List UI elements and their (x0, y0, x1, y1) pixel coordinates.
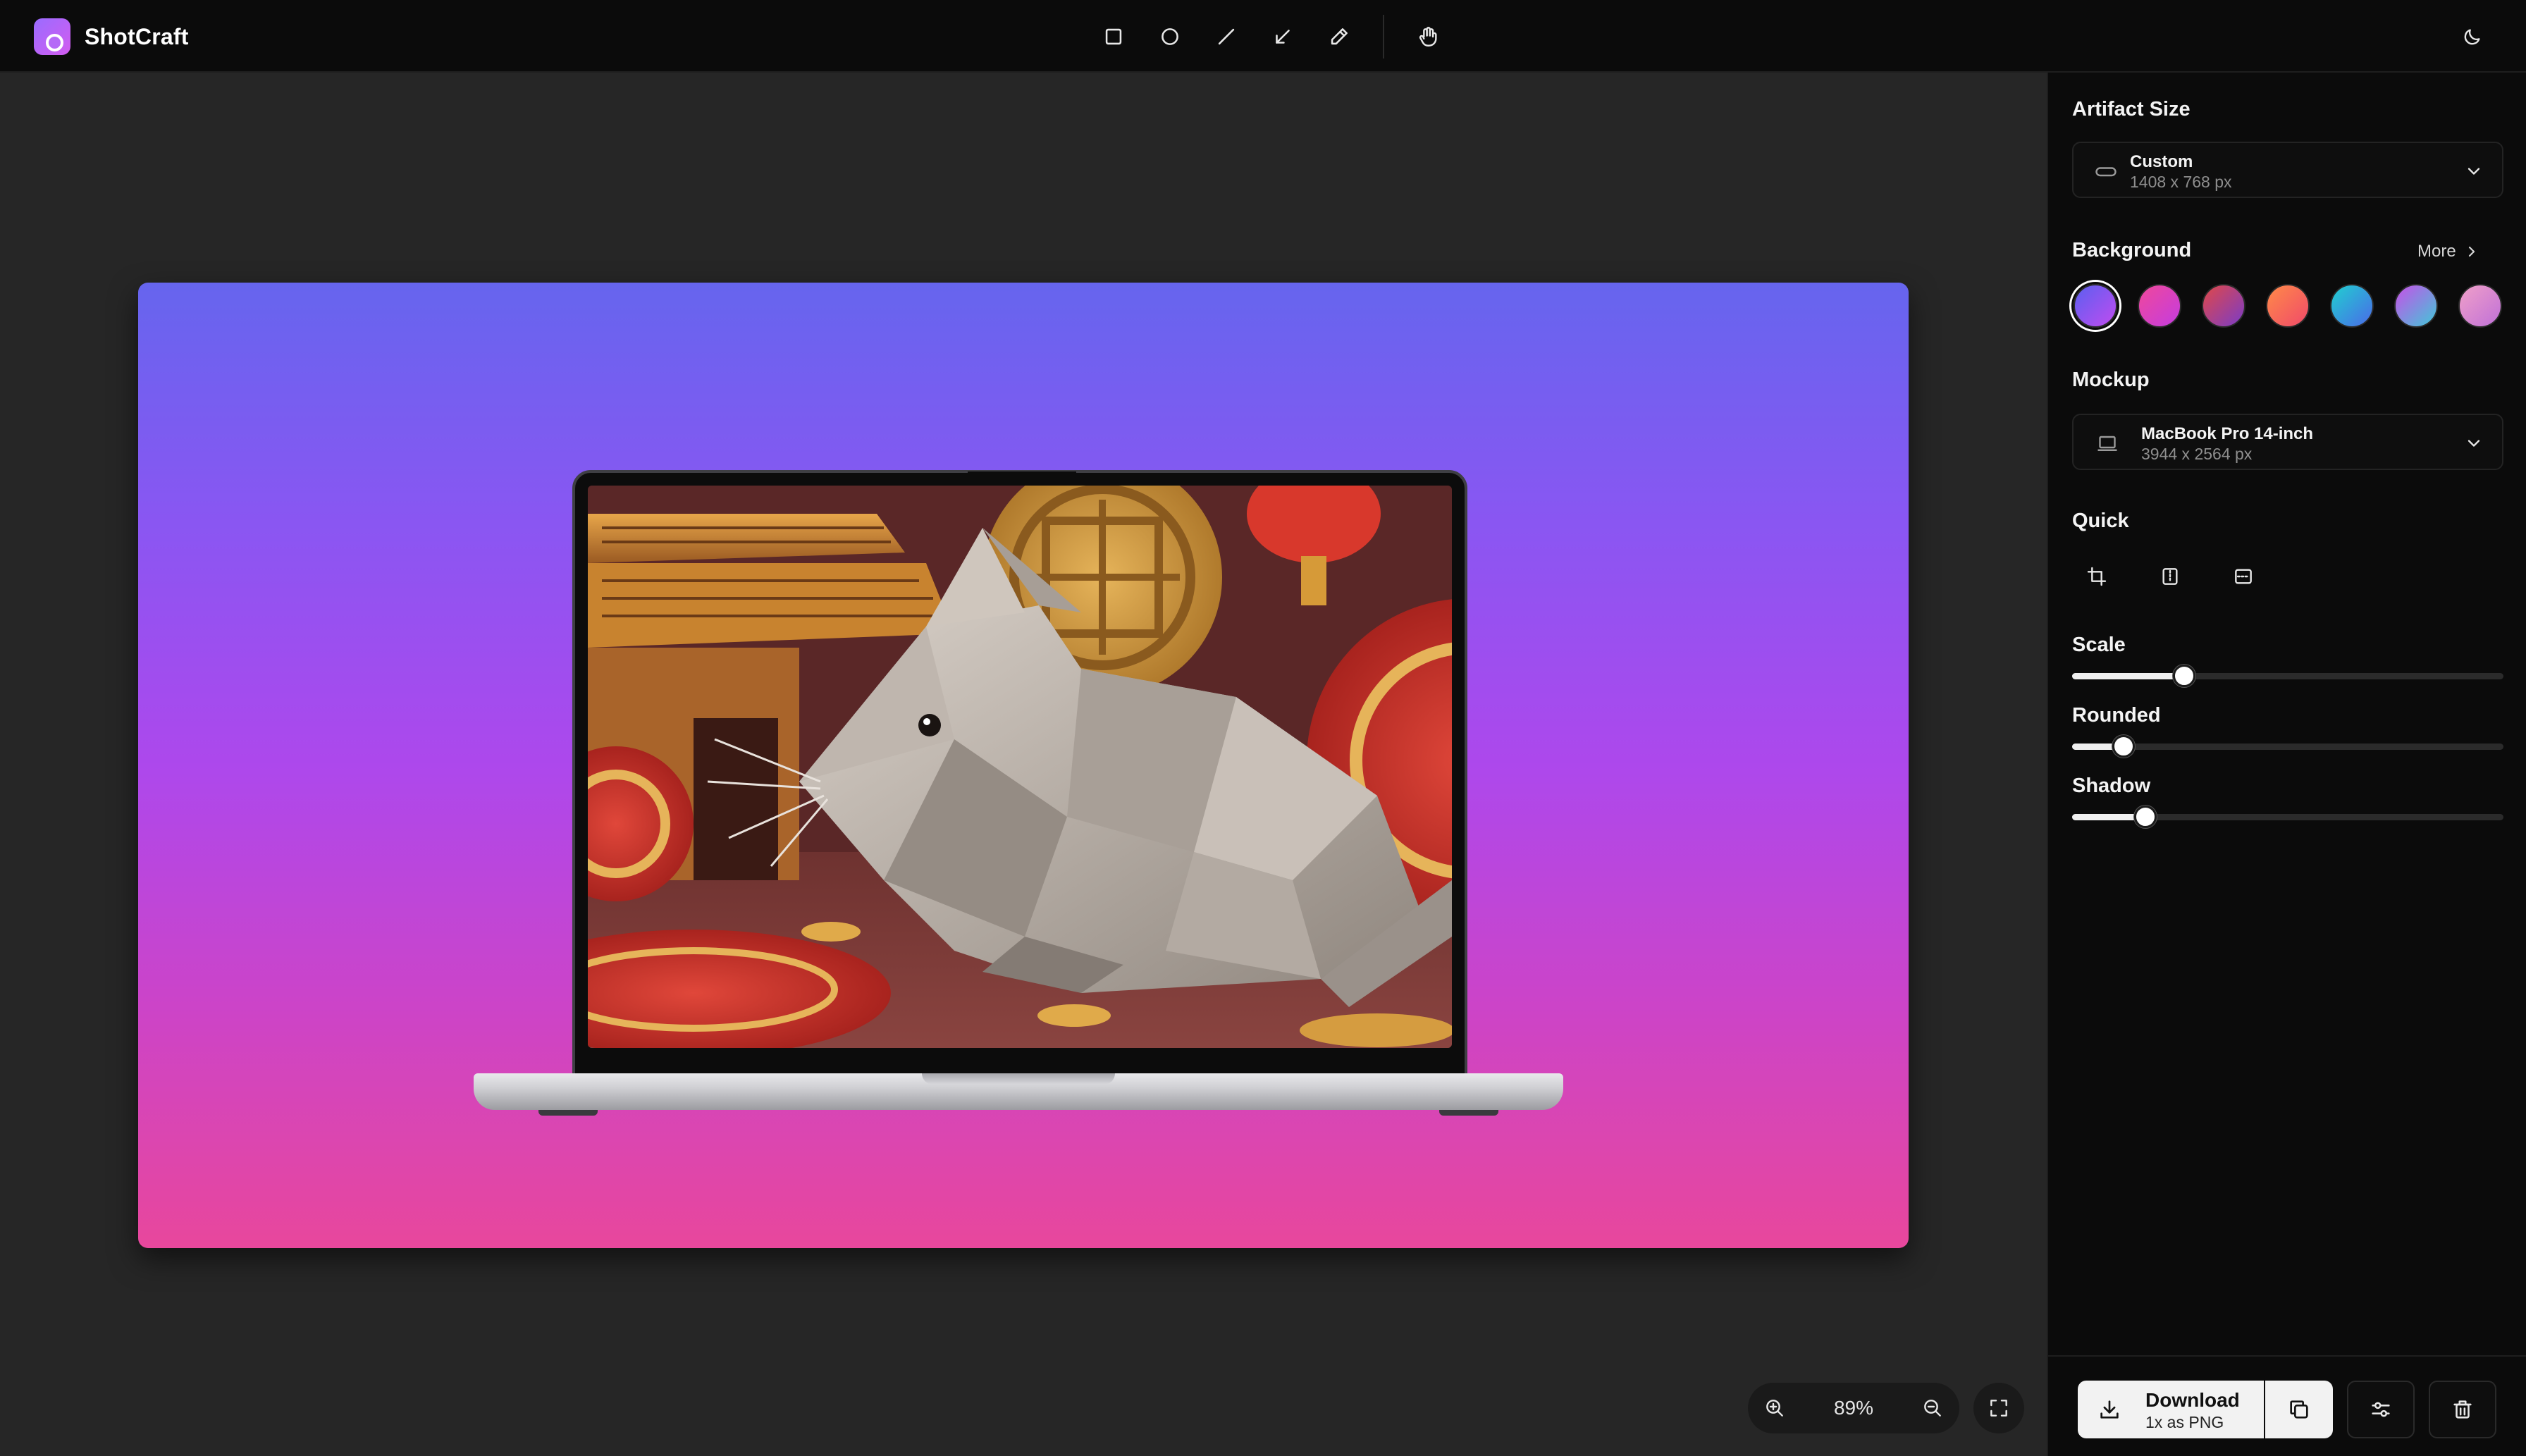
download-button[interactable]: Download 1x as PNG (2078, 1381, 2264, 1438)
background-swatch-teal[interactable] (2330, 284, 2374, 328)
laptop-foot (538, 1110, 598, 1116)
artifact-size-detail: 1408 x 768 px (2130, 173, 2232, 191)
zoom-in-button[interactable] (1748, 1383, 1801, 1433)
artifact-size-title: Artifact Size (2072, 98, 2191, 121)
app-window: ShotCraft 89% Artifact Size Custom 1408 … (0, 0, 2526, 1456)
laptop-foot (1439, 1110, 1498, 1116)
laptop-hinge-notch (922, 1073, 1115, 1085)
top-bar: ShotCraft (0, 0, 2526, 73)
mockup-detail: 3944 x 2564 px (2141, 445, 2253, 463)
zoom-out-icon (1924, 1400, 1941, 1417)
arrow-tool[interactable] (1255, 16, 1311, 58)
pen-tool[interactable] (1311, 16, 1367, 58)
arrow-icon (1276, 30, 1290, 44)
delete-button[interactable] (2429, 1381, 2496, 1438)
laptop-icon (2097, 436, 2117, 451)
crop-icon (2087, 567, 2107, 586)
background-swatch-iris[interactable] (2394, 284, 2438, 328)
slider-thumb[interactable] (2173, 665, 2195, 687)
app-name: ShotCraft (85, 23, 189, 49)
line-icon (1218, 28, 1235, 45)
laptop-base (474, 1073, 1563, 1110)
circle-icon (1162, 28, 1178, 45)
quick-title: Quick (2072, 510, 2129, 532)
hand-icon (1419, 27, 1437, 47)
theme-toggle-button[interactable] (2451, 16, 2494, 58)
shadow-slider[interactable] (2072, 803, 2503, 831)
zoom-out-button[interactable] (1906, 1383, 1959, 1433)
pan-tool[interactable] (1400, 16, 1456, 58)
mockup-select[interactable]: MacBook Pro 14-inch 3944 x 2564 px (2072, 414, 2503, 470)
chevron-down-icon (2468, 440, 2480, 447)
slider-track (2072, 744, 2503, 750)
slider-thumb[interactable] (2112, 735, 2135, 758)
fullscreen-button[interactable] (1973, 1383, 2024, 1433)
macbook-mockup[interactable] (474, 470, 1563, 1133)
rounded-slider[interactable] (2072, 732, 2503, 760)
split-vertical-button[interactable] (2145, 552, 2195, 601)
download-detail: 1x as PNG (2145, 1413, 2224, 1431)
scale-slider[interactable] (2072, 662, 2503, 690)
slider-fill (2072, 673, 2184, 679)
background-swatch-violet[interactable] (2074, 284, 2117, 328)
rounded-title: Rounded (2072, 704, 2161, 727)
mockup-title: Mockup (2072, 369, 2150, 391)
copy-icon (2290, 1400, 2308, 1419)
chevron-down-icon (2468, 168, 2480, 175)
more-label: More (2417, 242, 2456, 261)
shadow-title: Shadow (2072, 775, 2151, 797)
background-swatch-rose[interactable] (2458, 284, 2502, 328)
chevron-right-icon (2468, 246, 2475, 257)
pill-icon (2095, 167, 2117, 177)
screenshot-image (588, 486, 1452, 1048)
ellipse-tool[interactable] (1142, 16, 1198, 58)
slider-thumb[interactable] (2134, 806, 2157, 828)
toolbar-divider (1383, 15, 1384, 58)
moon-icon (2464, 29, 2480, 45)
adjustments-button[interactable] (2347, 1381, 2415, 1438)
settings-panel: Artifact Size Custom 1408 x 768 px Backg… (2047, 73, 2526, 1456)
background-swatch-pink[interactable] (2138, 284, 2181, 328)
drawing-toolbar (1085, 15, 1456, 58)
fullscreen-icon (1990, 1400, 2007, 1417)
zoom-controls: 89% (1748, 1383, 1959, 1433)
square-icon (1105, 28, 1122, 45)
artboard[interactable] (138, 283, 1909, 1248)
scale-title: Scale (2072, 634, 2126, 656)
mockup-value: MacBook Pro 14-inch (2141, 424, 2314, 443)
split-vertical-icon (2162, 568, 2178, 585)
download-label: Download (2145, 1389, 2240, 1411)
app-logo-icon (34, 18, 70, 55)
canvas-area[interactable] (0, 73, 2047, 1456)
download-icon (2100, 1400, 2119, 1419)
sliders-icon (2372, 1402, 2390, 1417)
trash-icon (2453, 1400, 2472, 1419)
zoom-level: 89% (1833, 1397, 1874, 1419)
background-swatch-coral[interactable] (2266, 284, 2310, 328)
background-swatch-plum[interactable] (2202, 284, 2245, 328)
rectangle-tool[interactable] (1085, 16, 1142, 58)
crop-button[interactable] (2072, 552, 2121, 601)
pencil-icon (1331, 28, 1348, 45)
panel-footer: Download 1x as PNG (2048, 1355, 2526, 1456)
laptop-lid (572, 470, 1467, 1079)
quick-actions (2072, 552, 2292, 601)
background-title: Background (2072, 239, 2192, 261)
split-horizontal-icon (2235, 569, 2252, 584)
line-tool[interactable] (1198, 16, 1255, 58)
brand[interactable]: ShotCraft (34, 18, 189, 55)
zoom-in-icon (1766, 1400, 1783, 1417)
background-more-link[interactable]: More (2417, 242, 2480, 261)
split-horizontal-button[interactable] (2219, 552, 2268, 601)
background-swatches (2072, 281, 2509, 331)
origami-rat-illustration (588, 486, 1452, 1048)
copy-button[interactable] (2265, 1381, 2333, 1438)
artifact-size-value: Custom (2130, 152, 2193, 171)
artifact-size-select[interactable]: Custom 1408 x 768 px (2072, 142, 2503, 198)
